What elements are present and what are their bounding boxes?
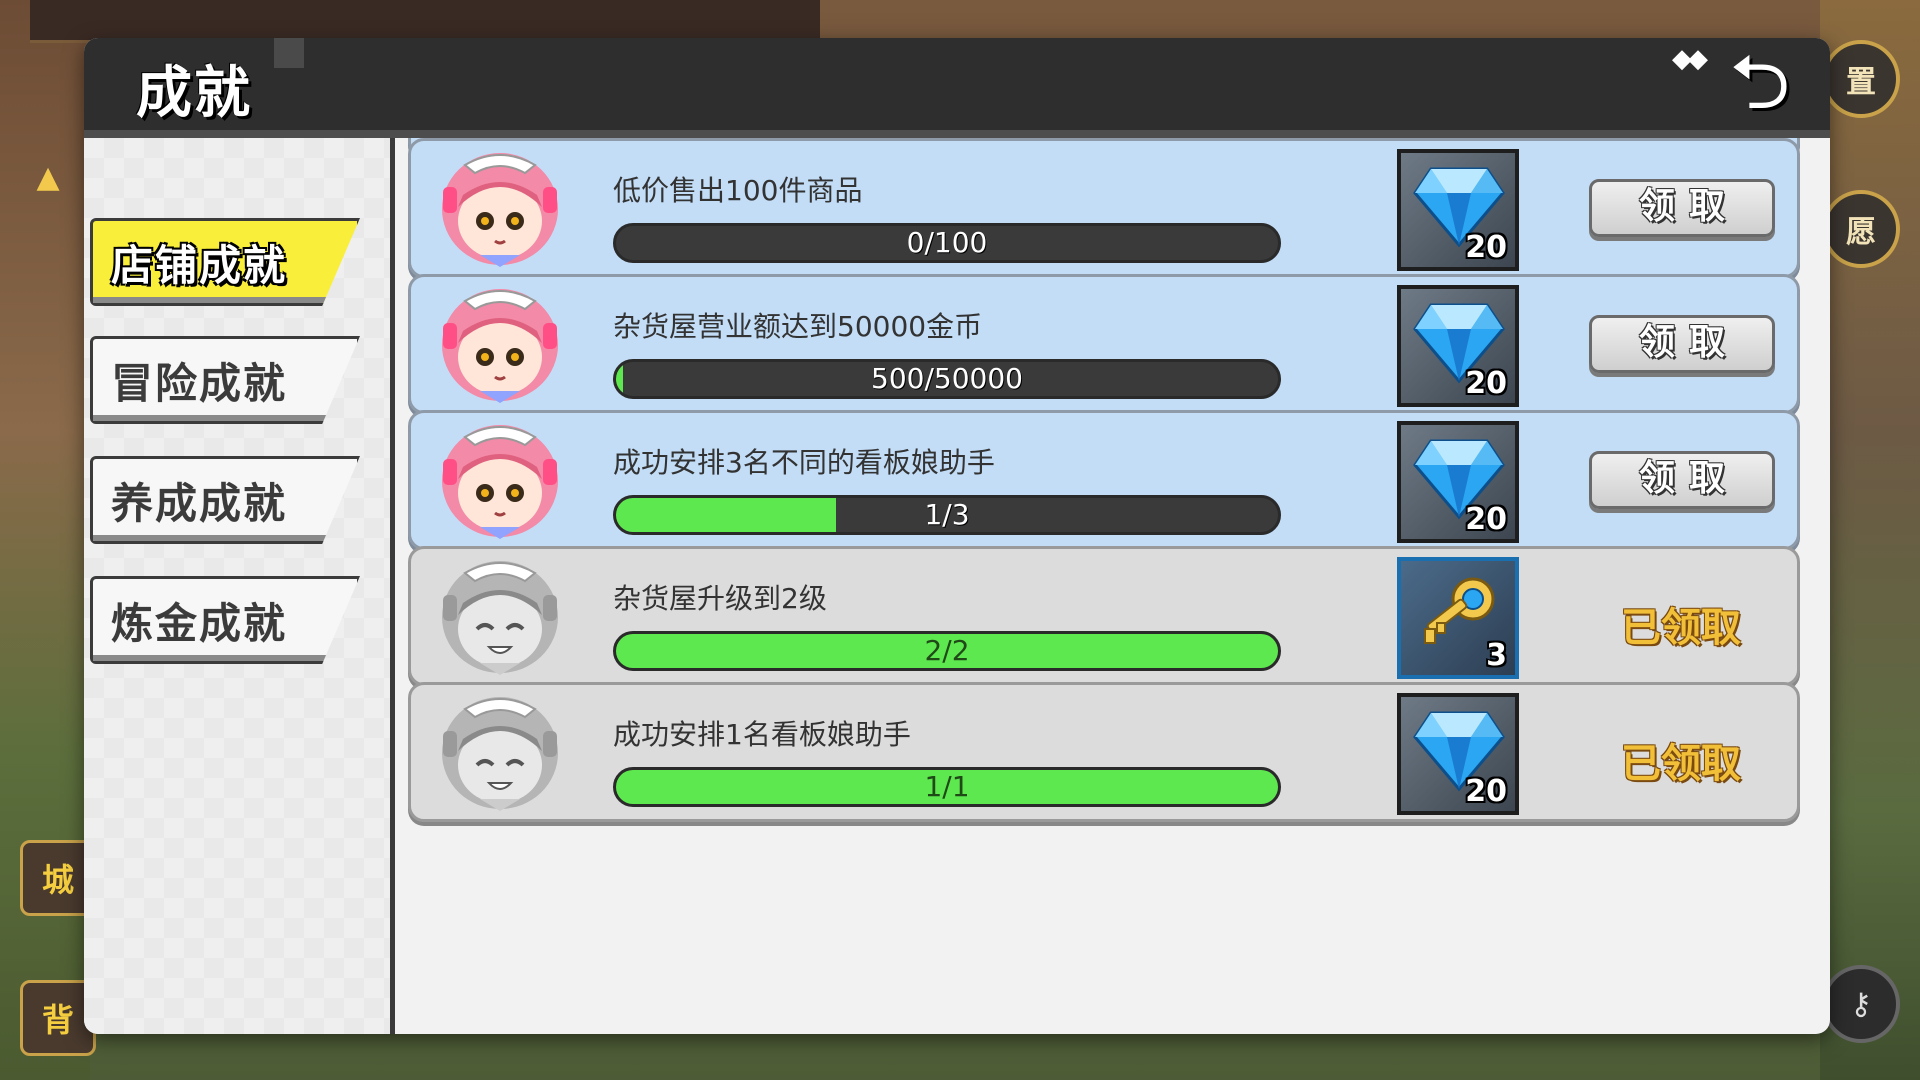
achievement-description: 杂货屋升级到2级 — [613, 582, 827, 615]
wish-label: 愿 — [1846, 215, 1876, 250]
achievement-description: 成功安排1名看板娘助手 — [613, 718, 911, 751]
header-decoration — [274, 38, 304, 68]
assistant-avatar — [425, 147, 575, 273]
panel-header: 成就 ◆◆ ⮌ — [84, 38, 1830, 138]
achievement-row: 杂货屋升级到2级 2/2 3 已领取 — [408, 546, 1800, 686]
progress-bar: 500/50000 — [613, 359, 1281, 399]
claim-button[interactable]: 领取 — [1589, 451, 1775, 509]
claim-button[interactable]: 领取 — [1589, 179, 1775, 237]
sparkle-icon: ◆◆ — [1672, 44, 1708, 74]
key-button[interactable]: ⚷ — [1822, 965, 1900, 1043]
bag-label: 背 — [41, 1001, 74, 1039]
progress-text: 0/100 — [906, 226, 988, 259]
reward-count: 20 — [1465, 774, 1507, 809]
achievement-row: 低价售出100件商品 0/100 20 领取 — [408, 138, 1800, 278]
achievements-panel: 成就 ◆◆ ⮌ 店铺成就 冒险成就 养成成就 炼金成就 低价售出100件商品 0… — [84, 38, 1830, 1034]
progress-bar: 2/2 — [613, 631, 1281, 671]
claim-button[interactable]: 领取 — [1589, 315, 1775, 373]
assistant-avatar — [425, 283, 575, 409]
reward-count: 20 — [1465, 502, 1507, 537]
back-arrow-icon: ⮌ — [1729, 38, 1791, 126]
progress-text: 2/2 — [924, 634, 970, 667]
background-right-scene — [1820, 0, 1920, 1080]
reward-slot[interactable]: 20 — [1397, 693, 1519, 815]
reward-slot[interactable]: 20 — [1397, 421, 1519, 543]
achievement-row: 成功安排1名看板娘助手 1/1 20 已领取 — [408, 682, 1800, 822]
settings-button[interactable]: 置 — [1822, 40, 1900, 118]
progress-text: 1/3 — [924, 498, 970, 531]
tab-label: 养成成就 — [111, 478, 288, 528]
tab-label: 冒险成就 — [111, 358, 288, 408]
tab-shop-achievements[interactable]: 店铺成就 — [90, 218, 360, 306]
tab-training-achievements[interactable]: 养成成就 — [90, 456, 360, 544]
tab-alchemy-achievements[interactable]: 炼金成就 — [90, 576, 360, 664]
reward-slot[interactable]: 20 — [1397, 149, 1519, 271]
assistant-avatar — [425, 419, 575, 545]
reward-count: 20 — [1465, 366, 1507, 401]
city-label: 城 — [41, 861, 74, 899]
page-title: 成就 — [136, 61, 252, 126]
collapse-arrow-icon[interactable]: ▲ — [28, 160, 68, 195]
assistant-avatar-gray — [425, 555, 575, 681]
progress-text: 1/1 — [924, 770, 970, 803]
assistant-avatar-gray — [425, 691, 575, 817]
category-sidebar: 店铺成就 冒险成就 养成成就 炼金成就 — [84, 138, 395, 1034]
progress-bar: 1/3 — [613, 495, 1281, 535]
achievement-description: 杂货屋营业额达到50000金币 — [613, 310, 983, 343]
back-button[interactable]: ⮌ — [1710, 42, 1810, 122]
claimed-label: 已领取 — [1621, 605, 1741, 651]
key-icon: ⚷ — [1850, 986, 1872, 1022]
progress-text: 500/50000 — [871, 362, 1023, 395]
tab-label: 炼金成就 — [111, 598, 288, 648]
achievement-list[interactable]: 低价售出100件商品 0/100 20 领取 杂货屋营业额达到50000金币 5… — [402, 138, 1822, 1034]
reward-slot[interactable]: 20 — [1397, 285, 1519, 407]
tab-adventure-achievements[interactable]: 冒险成就 — [90, 336, 360, 424]
progress-bar: 1/1 — [613, 767, 1281, 807]
achievement-description: 低价售出100件商品 — [613, 174, 863, 207]
achievement-row: 成功安排3名不同的看板娘助手 1/3 20 领取 — [408, 410, 1800, 550]
settings-label: 置 — [1846, 65, 1876, 100]
achievement-row: 杂货屋营业额达到50000金币 500/50000 20 领取 — [408, 274, 1800, 414]
reward-slot[interactable]: 3 — [1397, 557, 1519, 679]
reward-count: 3 — [1486, 638, 1507, 673]
claimed-label: 已领取 — [1621, 741, 1741, 787]
tab-label: 店铺成就 — [111, 240, 288, 290]
background-top-bar — [30, 0, 820, 43]
wish-button[interactable]: 愿 — [1822, 190, 1900, 268]
reward-count: 20 — [1465, 230, 1507, 265]
achievement-description: 成功安排3名不同的看板娘助手 — [613, 446, 995, 479]
progress-bar: 0/100 — [613, 223, 1281, 263]
